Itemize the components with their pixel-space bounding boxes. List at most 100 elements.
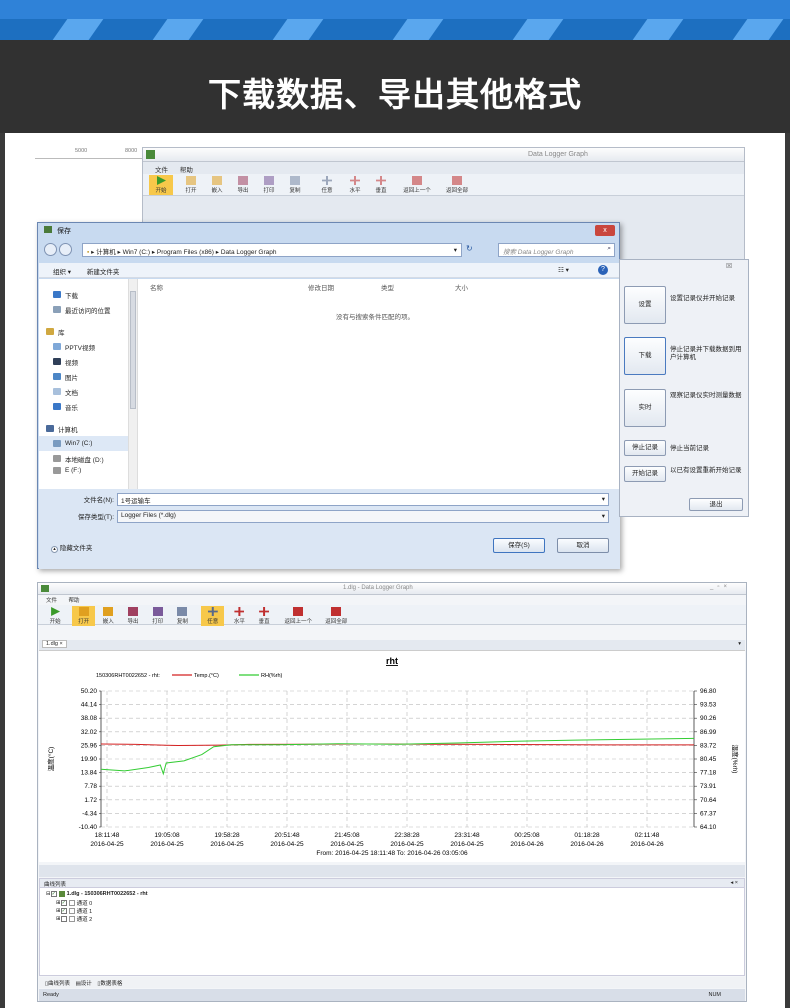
toolbar-button-horizontal[interactable]: 水平 [343, 175, 367, 195]
nav-drive-d[interactable]: 本地磁盘 (D:) [39, 451, 134, 466]
toolbar-button-open[interactable]: 打开 [72, 606, 95, 626]
chart: rht 150306RHT0022652 - rht: Temp.(°C) RH(%r… [46, 656, 740, 857]
toolbar-button-back[interactable]: 返回上一个 [281, 606, 315, 626]
nav-videos[interactable]: 视频 [39, 354, 134, 369]
column-date[interactable]: 修改日期 [308, 282, 334, 292]
tab-data-table[interactable]: ▯数据表格 [97, 981, 122, 987]
hide-folders-toggle[interactable]: ▴ 隐藏文件夹 [51, 542, 92, 553]
toolbar-button-horizontal[interactable]: 水平 [228, 606, 251, 626]
refresh-icon[interactable]: ↻ [466, 244, 473, 253]
toolbar-button-embed[interactable]: 嵌入 [97, 606, 120, 626]
realtime-button[interactable]: 实时 [624, 389, 666, 427]
x-tick-label: 21:45:08 [334, 832, 360, 839]
y2-axis-label: 湿度(%rh) [731, 745, 740, 774]
toolbar-button-home[interactable]: 返回全部 [439, 175, 475, 195]
cancel-button[interactable]: 取消 [557, 538, 609, 553]
toolbar-button-copy[interactable]: 复制 [171, 606, 194, 626]
drive-icon [53, 466, 61, 474]
menu-file[interactable]: 文件 [46, 598, 57, 604]
toolbar-button-any[interactable]: 任意 [201, 606, 225, 626]
column-size[interactable]: 大小 [455, 282, 468, 292]
close-icon[interactable]: ☒ [726, 262, 732, 270]
nav-recent[interactable]: 最近访问的位置 [39, 302, 134, 317]
document-tab[interactable]: 1.dlg × [42, 640, 67, 648]
toolbar-button-export[interactable]: 导出 [231, 175, 255, 195]
toolbar-button-embed[interactable]: 嵌入 [205, 175, 229, 195]
close-icon[interactable]: ◂ × [730, 880, 738, 886]
toolbar-button-any[interactable]: 任意 [315, 175, 339, 195]
menu-help[interactable]: 帮助 [180, 167, 193, 174]
view-icon[interactable]: ☷ ▾ [558, 266, 569, 274]
nav-downloads[interactable]: 下载 [39, 287, 134, 302]
chevron-down-icon[interactable]: ▾ [602, 512, 605, 520]
menu-help[interactable]: 帮助 [69, 598, 80, 604]
window-controls-icon[interactable]: _▫× [710, 584, 731, 590]
toolbar-button-back[interactable]: 返回上一个 [399, 175, 435, 195]
toolbar-button-print[interactable]: 打印 [146, 606, 169, 626]
exit-button[interactable]: 退出 [689, 498, 743, 511]
toolbar-button-print[interactable]: 打印 [257, 175, 281, 195]
setup-button[interactable]: 设置 [624, 286, 666, 324]
toolbar-button-vertical[interactable]: 垂直 [369, 175, 393, 195]
download-button[interactable]: 下载 [624, 337, 666, 375]
chevron-down-icon[interactable]: ▾ [602, 495, 605, 503]
y2-tick-label: 80.45 [700, 756, 717, 763]
nav-scrollbar[interactable] [128, 279, 137, 489]
start-record-button[interactable]: 开始记录 [624, 466, 666, 482]
new-folder-button[interactable]: 新建文件夹 [87, 269, 120, 276]
breadcrumb-item[interactable]: Win7 (C:) [123, 249, 150, 256]
stop-record-button[interactable]: 停止记录 [624, 440, 666, 456]
column-name[interactable]: 名称 [150, 282, 163, 292]
toolbar-button-start[interactable]: 开始 [44, 606, 67, 626]
nav-library[interactable]: 库 [39, 324, 134, 339]
splitter[interactable] [39, 865, 745, 877]
nav-music[interactable]: 音乐 [39, 399, 134, 414]
search-input[interactable]: 搜索 Data Logger Graph ⌕ [498, 243, 615, 257]
close-button[interactable]: x [595, 225, 615, 236]
tab-label: 1.dlg [46, 641, 58, 647]
save-button[interactable]: 保存(S) [493, 538, 545, 553]
checkbox[interactable]: ✓ [60, 908, 67, 914]
tab-curve-list[interactable]: ▯曲线列表 [45, 981, 70, 987]
chevron-down-icon[interactable]: ▾ [738, 641, 741, 647]
navigation-pane: 下载 最近访问的位置 库 PPTV视频 视频 图片 文档 音乐 计算机 Win7… [39, 279, 134, 489]
y2-tick-label: 67.37 [700, 810, 717, 817]
organize-button[interactable]: 组织 ▾ [53, 269, 71, 276]
embed-icon [103, 607, 114, 616]
nav-documents[interactable]: 文档 [39, 384, 134, 399]
filename-input[interactable]: 1号运输车 ▾ [117, 492, 609, 506]
breadcrumb-item[interactable]: Program Files (x86) [157, 249, 214, 256]
tree-root[interactable]: ⊟ ✓ 1.dlg - 150306RHT0022652 - rht [46, 891, 148, 897]
toolbar-button-open[interactable]: 打开 [179, 175, 203, 195]
nav-pictures[interactable]: 图片 [39, 369, 134, 384]
toolbar-button-start[interactable]: 开始 [149, 175, 173, 195]
checkbox[interactable] [60, 916, 67, 922]
file-icon [58, 891, 65, 897]
menu-file[interactable]: 文件 [155, 167, 168, 174]
nav-pptv[interactable]: PPTV视频 [39, 339, 134, 354]
breadcrumb-item[interactable]: 计算机 [96, 249, 116, 256]
tree-channel[interactable]: ⊞ ✓ 通道 1 [56, 907, 92, 915]
nav-drive-f[interactable]: E (F:) [39, 466, 134, 474]
search-icon[interactable]: ⌕ [607, 245, 611, 253]
path-input[interactable]: ▪ ▸ 计算机 ▸ Win7 (C:) ▸ Program Files (x86… [82, 243, 462, 257]
recent-icon [53, 306, 61, 313]
checkbox[interactable]: ✓ [60, 900, 67, 906]
back-icon[interactable] [44, 243, 57, 256]
tree-channel[interactable]: ⊞ ✓ 通道 0 [56, 899, 92, 907]
toolbar-button-vertical[interactable]: 垂直 [253, 606, 276, 626]
toolbar-button-home[interactable]: 返回全部 [319, 606, 353, 626]
chevron-down-icon[interactable]: ▾ [454, 246, 457, 254]
toolbar-button-export[interactable]: 导出 [122, 606, 145, 626]
forward-icon[interactable] [59, 243, 72, 256]
tab-design[interactable]: ▤设计 [76, 981, 92, 987]
nav-computer[interactable]: 计算机 [39, 421, 134, 436]
checkbox[interactable]: ✓ [50, 891, 57, 897]
nav-drive-c[interactable]: Win7 (C:) [39, 436, 134, 451]
help-icon[interactable]: ? [598, 265, 608, 275]
breadcrumb-item[interactable]: Data Logger Graph [221, 249, 277, 256]
toolbar-button-copy[interactable]: 复制 [283, 175, 307, 195]
column-type[interactable]: 类型 [381, 282, 394, 292]
filetype-select[interactable]: Logger Files (*.dlg) ▾ [117, 509, 609, 523]
tree-channel[interactable]: ⊞ 通道 2 [56, 915, 92, 923]
